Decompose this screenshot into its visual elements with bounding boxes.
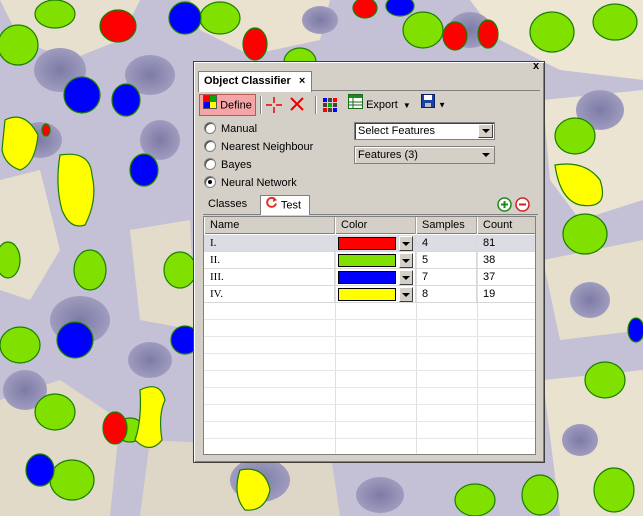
class-count: 37 (477, 269, 535, 286)
delete-button[interactable] (290, 94, 310, 116)
class-samples: 7 (416, 269, 477, 286)
class-samples: 4 (416, 235, 477, 252)
method-label: Neural Network (221, 177, 297, 189)
empty-row (204, 388, 535, 405)
method-manual-radio[interactable]: Manual (204, 121, 257, 137)
toolbar-separator (260, 96, 261, 114)
radio-indicator (204, 176, 216, 188)
chevron-down-icon (478, 148, 493, 162)
panel-tabstrip: Object Classifier × (198, 71, 540, 92)
crosshair-icon (266, 97, 282, 120)
red-x-icon (290, 97, 304, 118)
column-header-color[interactable]: Color (335, 217, 416, 234)
floppy-icon (421, 94, 435, 115)
class-count: 81 (477, 235, 535, 252)
radio-indicator (204, 122, 216, 134)
features-dropdown[interactable]: Features (3) (354, 146, 495, 164)
green-plus-icon (497, 197, 512, 218)
tab-title: Object Classifier (204, 75, 291, 87)
tab-test[interactable]: Test (260, 195, 310, 215)
method-nearest-neighbour-radio[interactable]: Nearest Neighbour (204, 139, 313, 155)
chevron-down-icon[interactable] (399, 270, 413, 285)
class-name: IV. (204, 286, 335, 303)
column-header-name[interactable]: Name (204, 217, 335, 234)
class-name: III. (204, 269, 335, 286)
export-dropdown-icon: ▼ (402, 100, 411, 110)
method-label: Nearest Neighbour (221, 141, 314, 153)
color-swatch (338, 237, 396, 250)
empty-row (204, 439, 535, 454)
refresh-icon (265, 196, 278, 215)
class-name: I. (204, 235, 335, 252)
tab-test-label: Test (280, 199, 302, 212)
select-features-combo[interactable]: Select Features (354, 122, 495, 140)
export-label: Export (366, 98, 398, 111)
color-swatch (338, 271, 396, 284)
export-button[interactable]: Export ▼ (348, 94, 416, 116)
table-row[interactable]: I. 4 81 (204, 235, 535, 252)
define-label: Define (220, 99, 252, 112)
color-swatch (338, 254, 396, 267)
column-header-samples[interactable]: Samples (416, 217, 477, 234)
remove-class-button[interactable] (515, 197, 531, 213)
class-color-picker[interactable] (335, 269, 416, 286)
class-color-picker[interactable] (335, 235, 416, 252)
features-value: Features (3) (358, 149, 418, 161)
empty-row (204, 371, 535, 388)
tab-classes[interactable]: Classes (205, 195, 257, 215)
classes-table: Name Color Samples Count I. 4 81 II. 5 3… (203, 216, 536, 455)
class-count: 19 (477, 286, 535, 303)
empty-row (204, 320, 535, 337)
class-color-picker[interactable] (335, 286, 416, 303)
define-button[interactable]: Define (199, 94, 256, 116)
table-row[interactable]: III. 7 37 (204, 269, 535, 286)
add-class-button[interactable] (497, 197, 513, 213)
class-samples: 5 (416, 252, 477, 269)
empty-row (204, 422, 535, 439)
toolbar: Define Export ▼ ▼ (199, 94, 539, 116)
chevron-down-icon (478, 124, 493, 138)
radio-indicator (204, 158, 216, 170)
object-classifier-panel: x Object Classifier × Define Export ▼ ▼ … (193, 61, 545, 463)
empty-row (204, 337, 535, 354)
chevron-down-icon[interactable] (399, 253, 413, 268)
add-point-button[interactable] (266, 94, 286, 116)
select-features-value: Select Features (358, 125, 436, 137)
save-dropdown-icon: ▼ (438, 100, 446, 110)
empty-row (204, 303, 535, 320)
radio-indicator (204, 140, 216, 152)
method-label: Manual (221, 123, 258, 135)
class-samples: 8 (416, 286, 477, 303)
method-label: Bayes (221, 159, 252, 171)
toolbar-separator (315, 96, 316, 114)
classify-button[interactable] (322, 94, 342, 116)
method-bayes-radio[interactable]: Bayes (204, 157, 252, 173)
color-swatch (338, 288, 396, 301)
red-minus-icon (515, 197, 530, 218)
chevron-down-icon[interactable] (399, 287, 413, 302)
class-name: II. (204, 252, 335, 269)
chevron-down-icon[interactable] (399, 236, 413, 251)
method-neural-network-radio[interactable]: Neural Network (204, 175, 297, 191)
class-count: 38 (477, 252, 535, 269)
tab-close-icon[interactable]: × (299, 75, 305, 87)
table-row[interactable]: II. 5 38 (204, 252, 535, 269)
column-header-count[interactable]: Count (477, 217, 535, 234)
table-row[interactable]: IV. 8 19 (204, 286, 535, 303)
table-header: Name Color Samples Count (204, 217, 535, 234)
class-color-picker[interactable] (335, 252, 416, 269)
empty-row (204, 354, 535, 371)
spreadsheet-icon (348, 94, 363, 116)
save-button[interactable]: ▼ (421, 94, 447, 116)
palette-icon (203, 95, 217, 116)
tab-object-classifier[interactable]: Object Classifier × (198, 71, 313, 92)
empty-row (204, 405, 535, 422)
classes-tabstrip: Classes Test (203, 195, 538, 215)
grid-dots-icon (322, 97, 338, 120)
